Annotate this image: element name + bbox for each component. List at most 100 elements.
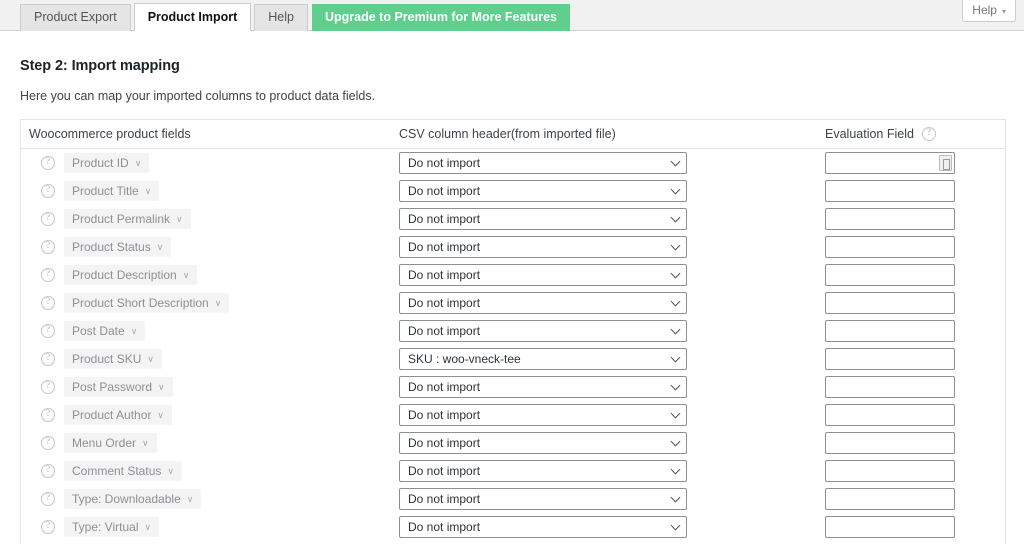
- question-circle-icon[interactable]: ?: [41, 240, 55, 254]
- field-cell: ? Post Date∨: [29, 321, 399, 341]
- product-field-chip[interactable]: Product Permalink∨: [64, 209, 191, 229]
- chevron-down-icon: [671, 465, 681, 475]
- evaluation-field-input[interactable]: [825, 432, 955, 454]
- field-cell: ? Post Password∨: [29, 377, 399, 397]
- csv-column-selected-value: Do not import: [408, 436, 480, 450]
- product-field-label: Product Description: [72, 268, 177, 282]
- table-row: ? Product Short Description∨ Do not import: [21, 289, 1005, 317]
- product-field-chip[interactable]: Product Title∨: [64, 181, 159, 201]
- evaluation-field-input[interactable]: [825, 180, 955, 202]
- csv-column-cell: Do not import: [399, 404, 825, 426]
- chevron-down-icon: ∨: [147, 355, 154, 364]
- csv-column-selected-value: Do not import: [408, 156, 480, 170]
- evaluation-field-input[interactable]: [825, 236, 955, 258]
- product-field-chip[interactable]: Post Password∨: [64, 377, 173, 397]
- evaluation-field-input[interactable]: [825, 348, 955, 370]
- csv-column-selected-value: Do not import: [408, 240, 480, 254]
- table-row: ? Product Author∨ Do not import: [21, 401, 1005, 429]
- tab-product-export[interactable]: Product Export: [20, 4, 131, 31]
- evaluation-field-input[interactable]: [825, 320, 955, 342]
- help-dropdown-button[interactable]: Help ▾: [962, 0, 1016, 22]
- csv-column-select[interactable]: Do not import: [399, 460, 687, 482]
- csv-column-select[interactable]: Do not import: [399, 180, 687, 202]
- csv-column-cell: Do not import: [399, 180, 825, 202]
- csv-column-select[interactable]: Do not import: [399, 236, 687, 258]
- chevron-down-icon: [671, 241, 681, 251]
- question-circle-icon[interactable]: ?: [41, 296, 55, 310]
- evaluation-field-input[interactable]: [825, 152, 955, 174]
- product-field-chip[interactable]: Product Status∨: [64, 237, 171, 257]
- csv-column-cell: Do not import: [399, 292, 825, 314]
- table-row: ? Post Date∨ Do not import: [21, 317, 1005, 345]
- column-header-evaluation-field: Evaluation Field ?: [825, 127, 936, 141]
- table-row: ? Product SKU∨ SKU : woo-vneck-tee: [21, 345, 1005, 373]
- product-field-chip[interactable]: Product Short Description∨: [64, 293, 229, 313]
- question-circle-icon[interactable]: ?: [922, 127, 936, 141]
- evaluation-field-input[interactable]: [825, 460, 955, 482]
- evaluation-cell: [825, 376, 1005, 398]
- chevron-down-icon: [671, 325, 681, 335]
- csv-column-select[interactable]: Do not import: [399, 488, 687, 510]
- upgrade-to-premium-button[interactable]: Upgrade to Premium for More Features: [312, 4, 570, 31]
- question-circle-icon[interactable]: ?: [41, 268, 55, 282]
- chevron-down-icon: [671, 297, 681, 307]
- field-cell: ? Product SKU∨: [29, 349, 399, 369]
- csv-column-select[interactable]: Do not import: [399, 320, 687, 342]
- question-circle-icon[interactable]: ?: [41, 156, 55, 170]
- csv-column-select[interactable]: Do not import: [399, 516, 687, 538]
- product-field-chip[interactable]: Product SKU∨: [64, 349, 162, 369]
- table-row: ? Type: Virtual∨ Do not import: [21, 513, 1005, 541]
- chevron-down-icon: [671, 381, 681, 391]
- field-cell: ? Type: Virtual∨: [29, 517, 399, 537]
- evaluation-cell: [825, 516, 1005, 538]
- evaluation-cell: [825, 208, 1005, 230]
- csv-column-select[interactable]: Do not import: [399, 292, 687, 314]
- csv-column-select[interactable]: Do not import: [399, 264, 687, 286]
- product-field-chip[interactable]: Type: Downloadable∨: [64, 489, 201, 509]
- evaluation-field-input[interactable]: [825, 376, 955, 398]
- question-circle-icon[interactable]: ?: [41, 492, 55, 506]
- csv-column-select[interactable]: Do not import: [399, 208, 687, 230]
- csv-column-select[interactable]: Do not import: [399, 376, 687, 398]
- evaluation-field-input[interactable]: [825, 516, 955, 538]
- evaluation-cell: [825, 152, 1005, 174]
- evaluation-field-input[interactable]: [825, 404, 955, 426]
- question-circle-icon[interactable]: ?: [41, 352, 55, 366]
- csv-column-select[interactable]: Do not import: [399, 432, 687, 454]
- tab-product-import[interactable]: Product Import: [134, 3, 252, 31]
- csv-column-select[interactable]: Do not import: [399, 152, 687, 174]
- question-circle-icon[interactable]: ?: [41, 464, 55, 478]
- product-field-chip[interactable]: Post Date∨: [64, 321, 145, 341]
- product-field-label: Product Status: [72, 240, 151, 254]
- product-field-label: Type: Virtual: [72, 520, 138, 534]
- evaluation-field-input[interactable]: [825, 292, 955, 314]
- question-circle-icon[interactable]: ?: [41, 520, 55, 534]
- product-field-label: Product Author: [72, 408, 151, 422]
- evaluation-field-input[interactable]: [825, 264, 955, 286]
- question-circle-icon[interactable]: ?: [41, 436, 55, 450]
- resize-handle-icon[interactable]: [939, 155, 952, 171]
- chevron-down-icon: [671, 521, 681, 531]
- csv-column-selected-value: Do not import: [408, 380, 480, 394]
- product-field-chip[interactable]: Comment Status∨: [64, 461, 182, 481]
- question-circle-icon[interactable]: ?: [41, 408, 55, 422]
- tab-help[interactable]: Help: [254, 4, 308, 31]
- product-field-chip[interactable]: Type: Virtual∨: [64, 517, 159, 537]
- product-field-chip[interactable]: Menu Order∨: [64, 433, 157, 453]
- evaluation-field-input[interactable]: [825, 488, 955, 510]
- csv-column-selected-value: Do not import: [408, 324, 480, 338]
- field-cell: ? Type: Downloadable∨: [29, 489, 399, 509]
- product-field-chip[interactable]: Product Author∨: [64, 405, 172, 425]
- question-circle-icon[interactable]: ?: [41, 184, 55, 198]
- product-field-chip[interactable]: Product ID∨: [64, 153, 149, 173]
- chevron-down-icon: [671, 409, 681, 419]
- product-field-chip[interactable]: Product Description∨: [64, 265, 197, 285]
- chevron-down-icon: ∨: [187, 495, 194, 504]
- csv-column-select[interactable]: Do not import: [399, 404, 687, 426]
- question-circle-icon[interactable]: ?: [41, 380, 55, 394]
- question-circle-icon[interactable]: ?: [41, 212, 55, 226]
- csv-column-cell: Do not import: [399, 432, 825, 454]
- evaluation-field-input[interactable]: [825, 208, 955, 230]
- csv-column-select[interactable]: SKU : woo-vneck-tee: [399, 348, 687, 370]
- question-circle-icon[interactable]: ?: [41, 324, 55, 338]
